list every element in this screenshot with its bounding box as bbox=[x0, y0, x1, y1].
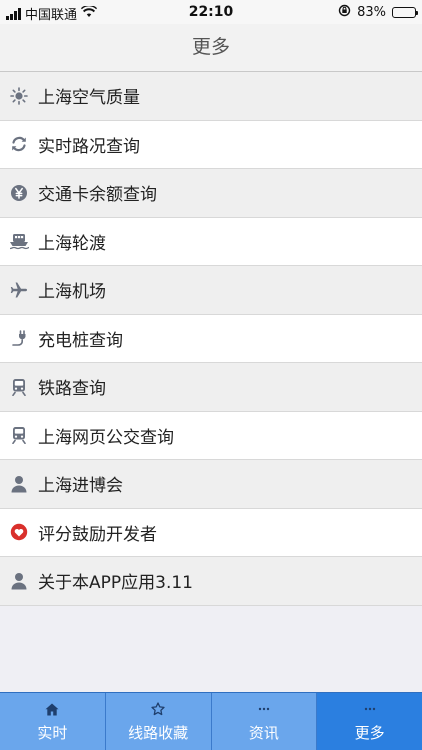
menu-item-web-bus[interactable]: 上海网页公交查询 bbox=[0, 411, 422, 460]
menu-item-airport[interactable]: 上海机场 bbox=[0, 266, 422, 315]
menu-item-ferry[interactable]: 上海轮渡 bbox=[0, 217, 422, 266]
nav-bar: 更多 bbox=[0, 24, 422, 72]
status-bar: 中国联通 22:10 83% bbox=[0, 0, 422, 24]
menu-item-traffic[interactable]: 实时路况查询 bbox=[0, 120, 422, 169]
sun-icon bbox=[0, 86, 38, 105]
menu-item-label: 上海轮渡 bbox=[38, 233, 106, 254]
train-icon bbox=[0, 378, 38, 396]
more-menu-list: 上海空气质量 实时路况查询 交通卡余额查询 上海轮渡 上海机场 充电桩查询 铁路… bbox=[0, 72, 422, 606]
user-icon bbox=[0, 475, 38, 493]
tab-label: 线路收藏 bbox=[128, 724, 189, 742]
refresh-icon bbox=[0, 135, 38, 153]
tab-favorites[interactable]: 线路收藏 bbox=[105, 693, 212, 750]
menu-item-label: 评分鼓励开发者 bbox=[38, 524, 157, 545]
train-icon bbox=[0, 426, 38, 445]
menu-item-label: 实时路况查询 bbox=[38, 136, 140, 157]
home-icon bbox=[45, 700, 59, 718]
menu-item-label: 上海网页公交查询 bbox=[38, 427, 174, 448]
battery-percent: 83% bbox=[357, 5, 386, 20]
airplane-icon bbox=[0, 281, 38, 299]
orientation-lock-icon bbox=[338, 4, 351, 21]
menu-item-air-quality[interactable]: 上海空气质量 bbox=[0, 72, 422, 121]
status-right: 83% bbox=[338, 4, 418, 21]
tab-more[interactable]: 更多 bbox=[317, 693, 422, 750]
menu-item-card-balance[interactable]: 交通卡余额查询 bbox=[0, 169, 422, 218]
tab-news[interactable]: 资讯 bbox=[211, 693, 318, 750]
menu-item-about[interactable]: 关于本APP应用3.11 bbox=[0, 557, 422, 606]
plug-icon bbox=[0, 329, 38, 347]
tab-label: 更多 bbox=[354, 724, 385, 742]
ferry-icon bbox=[0, 232, 38, 250]
tab-label: 资讯 bbox=[248, 724, 279, 742]
heart-icon bbox=[0, 523, 38, 541]
menu-item-rate-app[interactable]: 评分鼓励开发者 bbox=[0, 508, 422, 557]
menu-item-label: 交通卡余额查询 bbox=[38, 185, 157, 206]
menu-item-ciie[interactable]: 上海进博会 bbox=[0, 460, 422, 509]
menu-item-label: 上海空气质量 bbox=[38, 88, 140, 109]
battery-icon bbox=[392, 7, 418, 18]
yen-icon bbox=[0, 184, 38, 202]
tab-bar: 实时 线路收藏 资讯 更多 bbox=[0, 692, 422, 750]
menu-item-label: 充电桩查询 bbox=[38, 330, 123, 351]
star-icon bbox=[151, 700, 165, 718]
menu-item-label: 关于本APP应用3.11 bbox=[38, 573, 193, 594]
ellipsis-icon bbox=[363, 700, 377, 718]
menu-item-label: 铁路查询 bbox=[38, 379, 106, 400]
menu-item-railway[interactable]: 铁路查询 bbox=[0, 363, 422, 412]
menu-item-label: 上海进博会 bbox=[38, 476, 123, 497]
ellipsis-icon bbox=[257, 700, 271, 718]
menu-item-label: 上海机场 bbox=[38, 282, 106, 303]
page-title: 更多 bbox=[191, 36, 230, 58]
user-icon bbox=[0, 572, 38, 590]
tab-label: 实时 bbox=[37, 724, 68, 742]
menu-item-charging[interactable]: 充电桩查询 bbox=[0, 314, 422, 363]
tab-realtime[interactable]: 实时 bbox=[0, 693, 106, 750]
